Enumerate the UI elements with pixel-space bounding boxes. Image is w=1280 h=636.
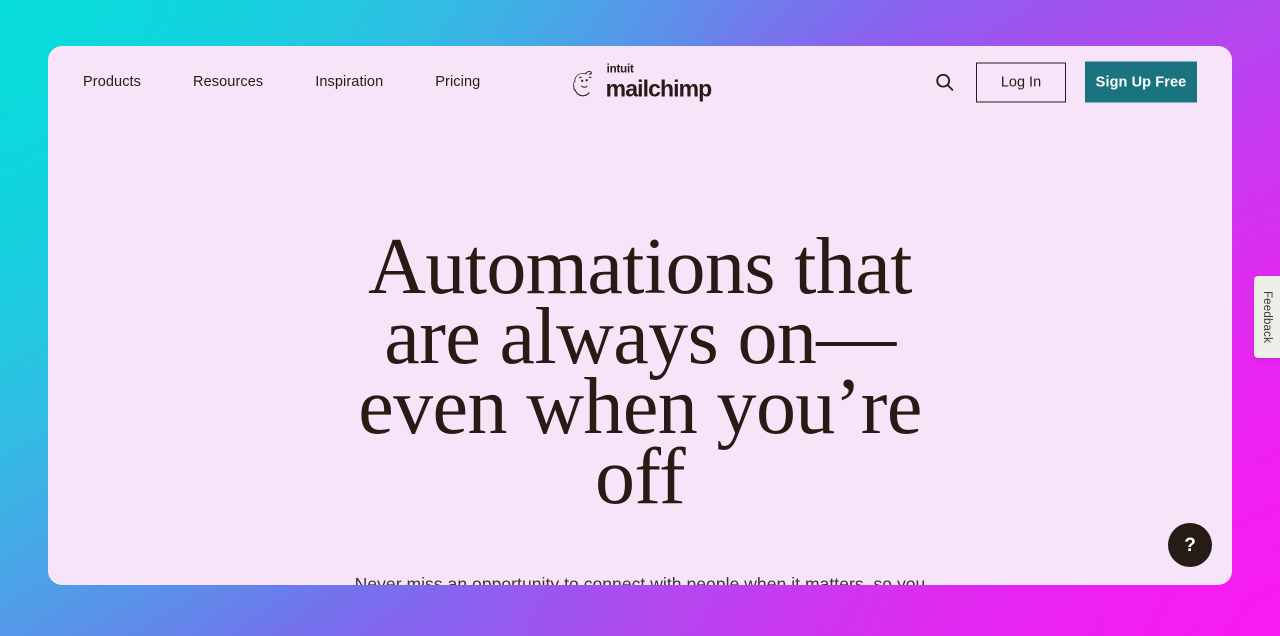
search-button[interactable]: [931, 69, 957, 95]
hero-section: Automations that are always on— even whe…: [48, 118, 1232, 585]
logo-intuit-text: intuit: [606, 63, 634, 76]
header-actions: Log In Sign Up Free: [931, 61, 1197, 103]
feedback-tab[interactable]: Feedback: [1254, 276, 1280, 358]
site-header: Products Resources Inspiration Pricing i…: [48, 46, 1232, 118]
nav-item-resources[interactable]: Resources: [193, 66, 263, 98]
logo-wordmark: intuit mailchimp: [605, 63, 713, 101]
page-backdrop: Products Resources Inspiration Pricing i…: [0, 0, 1280, 636]
nav-item-pricing[interactable]: Pricing: [435, 66, 480, 98]
mailchimp-logo[interactable]: intuit mailchimp: [569, 64, 712, 100]
logo-mailchimp-text: mailchimp: [605, 74, 713, 101]
nav-item-inspiration[interactable]: Inspiration: [315, 66, 383, 98]
search-icon: [935, 73, 953, 91]
sign-up-free-button[interactable]: Sign Up Free: [1085, 61, 1197, 103]
hero-subheading: Never miss an opportunity to connect wit…: [354, 574, 926, 585]
page-title: Automations that are always on— even whe…: [358, 223, 922, 521]
nav-item-products[interactable]: Products: [83, 66, 141, 98]
feedback-tab-label: Feedback: [1261, 290, 1274, 344]
mailchimp-freddie-icon: [572, 70, 592, 97]
log-in-button[interactable]: Log In: [976, 62, 1066, 102]
hero-card: Products Resources Inspiration Pricing i…: [48, 46, 1232, 585]
primary-navigation: Products Resources Inspiration Pricing: [83, 66, 480, 98]
help-button[interactable]: ?: [1168, 523, 1212, 567]
